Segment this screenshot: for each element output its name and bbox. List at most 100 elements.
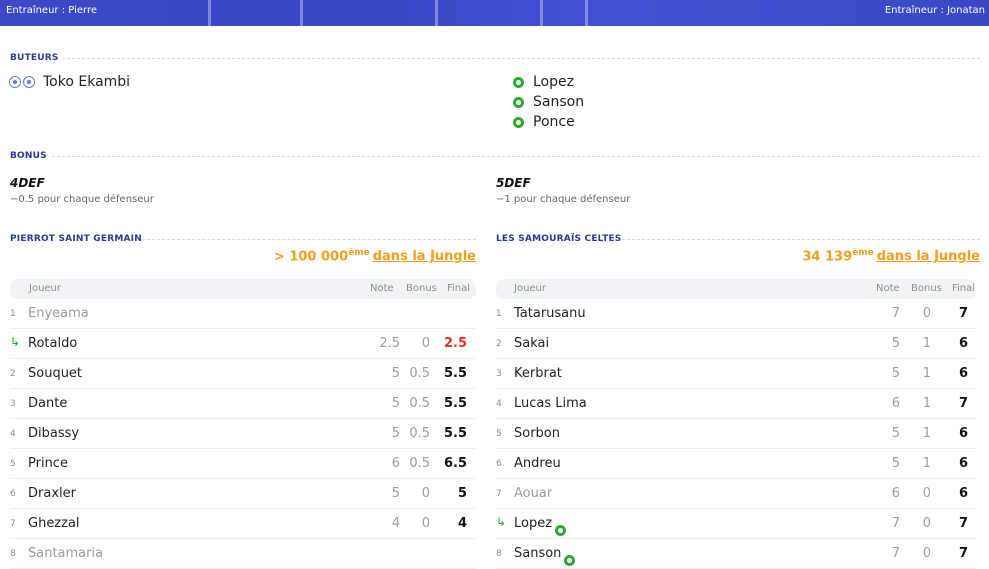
scorer-right-3: Ponce [513,114,575,130]
row-index: 7 [10,519,16,529]
player-name: Ghezzal [28,516,80,531]
table-row[interactable]: 3 Dante 5 0.5 5.5 [10,389,476,419]
bonus-heading: BONUS [10,151,47,161]
table-row[interactable]: 6 Andreu 5 1 6 [496,449,976,479]
bonus-cell: 0.5 [409,396,430,411]
note-cell: 5 [391,486,400,501]
player-name-cell: Andreu [514,456,561,471]
row-index: 2 [10,369,16,379]
table-row[interactable]: 4 Dibassy 5 0.5 5.5 [10,419,476,449]
table-row[interactable]: ↳ Rotaldo 2.5 0 2.5 [10,329,476,359]
table-row[interactable]: 6 Draxler 5 0 5 [10,479,476,509]
note-cell: 5 [891,366,900,381]
player-name-cell: Souquet [28,366,82,381]
note-cell: 5 [891,336,900,351]
table-row[interactable]: 7 Aouar 6 0 6 [496,479,976,509]
final-cell: 5.5 [443,396,467,411]
final-cell: 4 [457,516,467,531]
row-index: 3 [10,399,16,409]
player-name-cell: Draxler [28,486,76,501]
bonus-cell: 0 [922,306,931,321]
table-row[interactable]: 5 Prince 6 0.5 6.5 [10,449,476,479]
bonus-code-right: 5DEF [496,176,531,190]
scorer-right-1: Lopez [513,74,574,90]
note-cell: 5 [391,366,400,381]
table-row[interactable]: 1 Tatarusanu 7 0 7 [496,299,976,329]
bonus-cell: 0 [922,516,931,531]
player-name: Sakai [514,336,550,351]
rank-suffix: ème [852,248,874,258]
player-name: Rotaldo [28,336,78,351]
player-name-cell: Santamaria [28,546,103,561]
bonus-code-left: 4DEF [10,176,45,190]
substitution-icon: ↳ [10,335,21,349]
player-name-cell: Lucas Lima [514,396,587,411]
final-cell: 6 [958,336,968,351]
goal-ball-icon [513,76,524,88]
player-name: Tatarusanu [514,306,586,321]
row-index: 8 [10,549,16,559]
bonus-cell: 0 [421,486,430,501]
player-table-left: Joueur Note Bonus Final 1 Enyeama ↳ Rotaldo… [10,279,476,569]
table-row[interactable]: ↳ Lopez 7 0 7 [496,509,976,539]
final-cell: 6 [958,486,968,501]
player-name: Dante [28,396,68,411]
final-cell: 7 [958,306,968,321]
player-name-cell: Enyeama [28,306,89,321]
player-name-cell: Dibassy [28,426,79,441]
row-index: 7 [496,489,502,499]
bonus-cell: 0 [421,516,430,531]
player-table-right: Joueur Note Bonus Final 1 Tatarusanu 7 0 7 2 S… [496,279,976,569]
player-name-cell: Lopez [514,516,567,536]
goal-ball-icon [555,525,567,536]
player-name: Draxler [28,486,76,501]
bonus-cell: 0 [922,546,931,561]
row-index: 2 [496,339,502,349]
scorer-right-2: Sanson [513,94,584,110]
table-row[interactable]: 4 Lucas Lima 6 1 7 [496,389,976,419]
rank-suffix: ème [348,248,370,258]
table-row[interactable]: 8 Sanson 7 0 7 [496,539,976,569]
player-name: Aouar [514,486,553,501]
rank-right: 34 139ème dans la Jungle [802,248,980,264]
note-cell: 5 [391,426,400,441]
coach-left: Entraîneur : Pierre [6,5,97,16]
bonus-cell: 0.5 [409,456,430,471]
scorer-name: Sanson [533,94,585,110]
team-name-left: PIERROT SAINT GERMAIN [10,234,142,244]
table-row[interactable]: 8 Santamaria [10,539,476,569]
jungle-link[interactable]: dans la Jungle [877,249,980,264]
final-cell: 6 [958,426,968,441]
player-name-cell: Kerbrat [514,366,562,381]
final-cell: 6 [958,456,968,471]
final-cell: 7 [958,546,968,561]
final-cell: 5 [457,486,467,501]
row-index: 4 [10,429,16,439]
table-row[interactable]: 7 Ghezzal 4 0 4 [10,509,476,539]
player-name: Enyeama [28,306,89,321]
table-row[interactable]: 3 Kerbrat 5 1 6 [496,359,976,389]
bonus-cell: 0 [421,336,430,351]
table-row[interactable]: 2 Sakai 5 1 6 [496,329,976,359]
table-row[interactable]: 5 Sorbon 5 1 6 [496,419,976,449]
jungle-link[interactable]: dans la Jungle [373,249,476,264]
bonus-cell: 1 [922,456,931,471]
player-name: Sorbon [514,426,560,441]
player-name: Andreu [514,456,561,471]
scorer-name: Ponce [533,114,575,130]
player-name-cell: Ghezzal [28,516,80,531]
note-cell: 5 [891,456,900,471]
table-row[interactable]: 2 Souquet 5 0.5 5.5 [10,359,476,389]
scorer-name: Toko Ekambi [43,74,131,90]
scorers-heading: BUTEURS [10,53,59,63]
col-player: Joueur [514,283,547,294]
player-name-cell: Rotaldo [28,336,77,351]
rank-value: > 100 000 [273,249,349,265]
row-index: 6 [10,489,16,499]
note-cell: 5 [391,396,400,411]
ball-icon [9,76,21,88]
bonus-desc-left: −0.5 pour chaque défenseur [10,194,154,205]
player-name-cell: Aouar [514,486,552,501]
table-row[interactable]: 1 Enyeama [10,299,476,329]
bonus-cell: 1 [922,366,931,381]
